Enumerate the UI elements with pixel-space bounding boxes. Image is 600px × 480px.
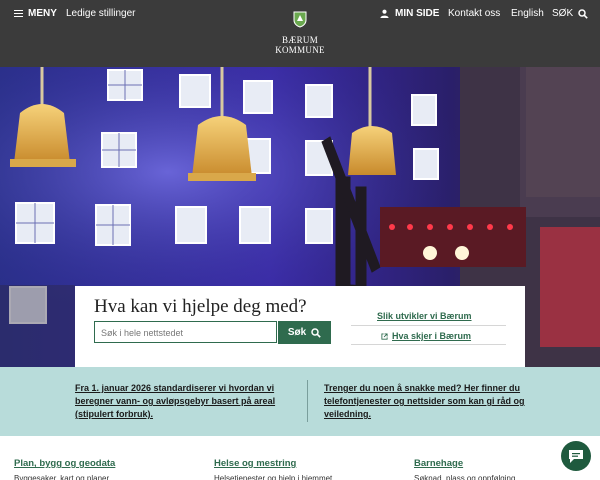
hamburger-icon — [14, 9, 23, 18]
site-search-button-label: Søk — [287, 327, 307, 338]
site-logo[interactable]: BÆRUM KOMMUNE — [268, 11, 332, 55]
site-search-input[interactable]: Søk i hele nettstedet — [94, 321, 277, 343]
category-description: Helsetjenester og hjelp i hjemmet — [214, 474, 333, 480]
category-kindergarten[interactable]: Barnehage — [414, 458, 463, 469]
search-icon — [311, 327, 321, 338]
mypage-label: MIN SIDE — [395, 8, 440, 19]
menu-button[interactable]: MENY — [14, 8, 57, 19]
logo-text-line1: BÆRUM — [281, 35, 318, 45]
search-card: Hva kan vi hjelpe deg med? Søk i hele ne… — [75, 286, 525, 367]
category-plan-build-geodata[interactable]: Plan, bygg og geodata — [14, 458, 115, 469]
chat-bubble-icon — [569, 449, 583, 463]
events-link-label: Hva skjer i Bærum — [392, 331, 472, 341]
logo-text-line2: KOMMUNE — [275, 45, 325, 55]
development-link[interactable]: Slik utvikler vi Bærum — [377, 311, 472, 321]
mypage-button[interactable]: MIN SIDE — [380, 8, 439, 19]
link-divider — [351, 344, 506, 345]
chat-button[interactable] — [561, 441, 591, 471]
category-description: Søknad, plass og oppfølging — [414, 474, 516, 480]
site-header: MENY Ledige stillinger BÆRUM KOMMUNE MIN… — [0, 0, 600, 67]
coat-of-arms-icon — [293, 11, 307, 28]
contact-link[interactable]: Kontakt oss — [448, 8, 500, 19]
menu-label: MENY — [28, 8, 57, 19]
category-row: Plan, bygg og geodata Helse og mestring … — [0, 436, 600, 480]
user-icon — [380, 9, 389, 18]
search-card-title: Hva kan vi hjelpe deg med? — [94, 296, 307, 317]
info-band: Fra 1. januar 2026 standardiserer vi hvo… — [0, 367, 600, 436]
info-divider — [307, 380, 308, 422]
category-description: Byggesaker, kart og planer — [14, 474, 110, 480]
language-link[interactable]: English — [511, 8, 544, 19]
header-search-label: SØK — [552, 8, 574, 19]
events-link[interactable]: Hva skjer i Bærum — [381, 331, 471, 341]
water-fee-notice-link[interactable]: Fra 1. januar 2026 standardiserer vi hvo… — [75, 382, 300, 421]
link-divider — [351, 325, 506, 326]
site-search-button[interactable]: Søk — [278, 321, 331, 344]
vacancies-link[interactable]: Ledige stillinger — [66, 8, 136, 19]
search-icon — [578, 8, 588, 19]
header-search-button[interactable]: SØK — [552, 8, 588, 19]
external-link-icon — [381, 332, 388, 340]
support-services-link[interactable]: Trenger du noen å snakke med? Her finner… — [324, 382, 529, 421]
category-health[interactable]: Helse og mestring — [214, 458, 296, 469]
